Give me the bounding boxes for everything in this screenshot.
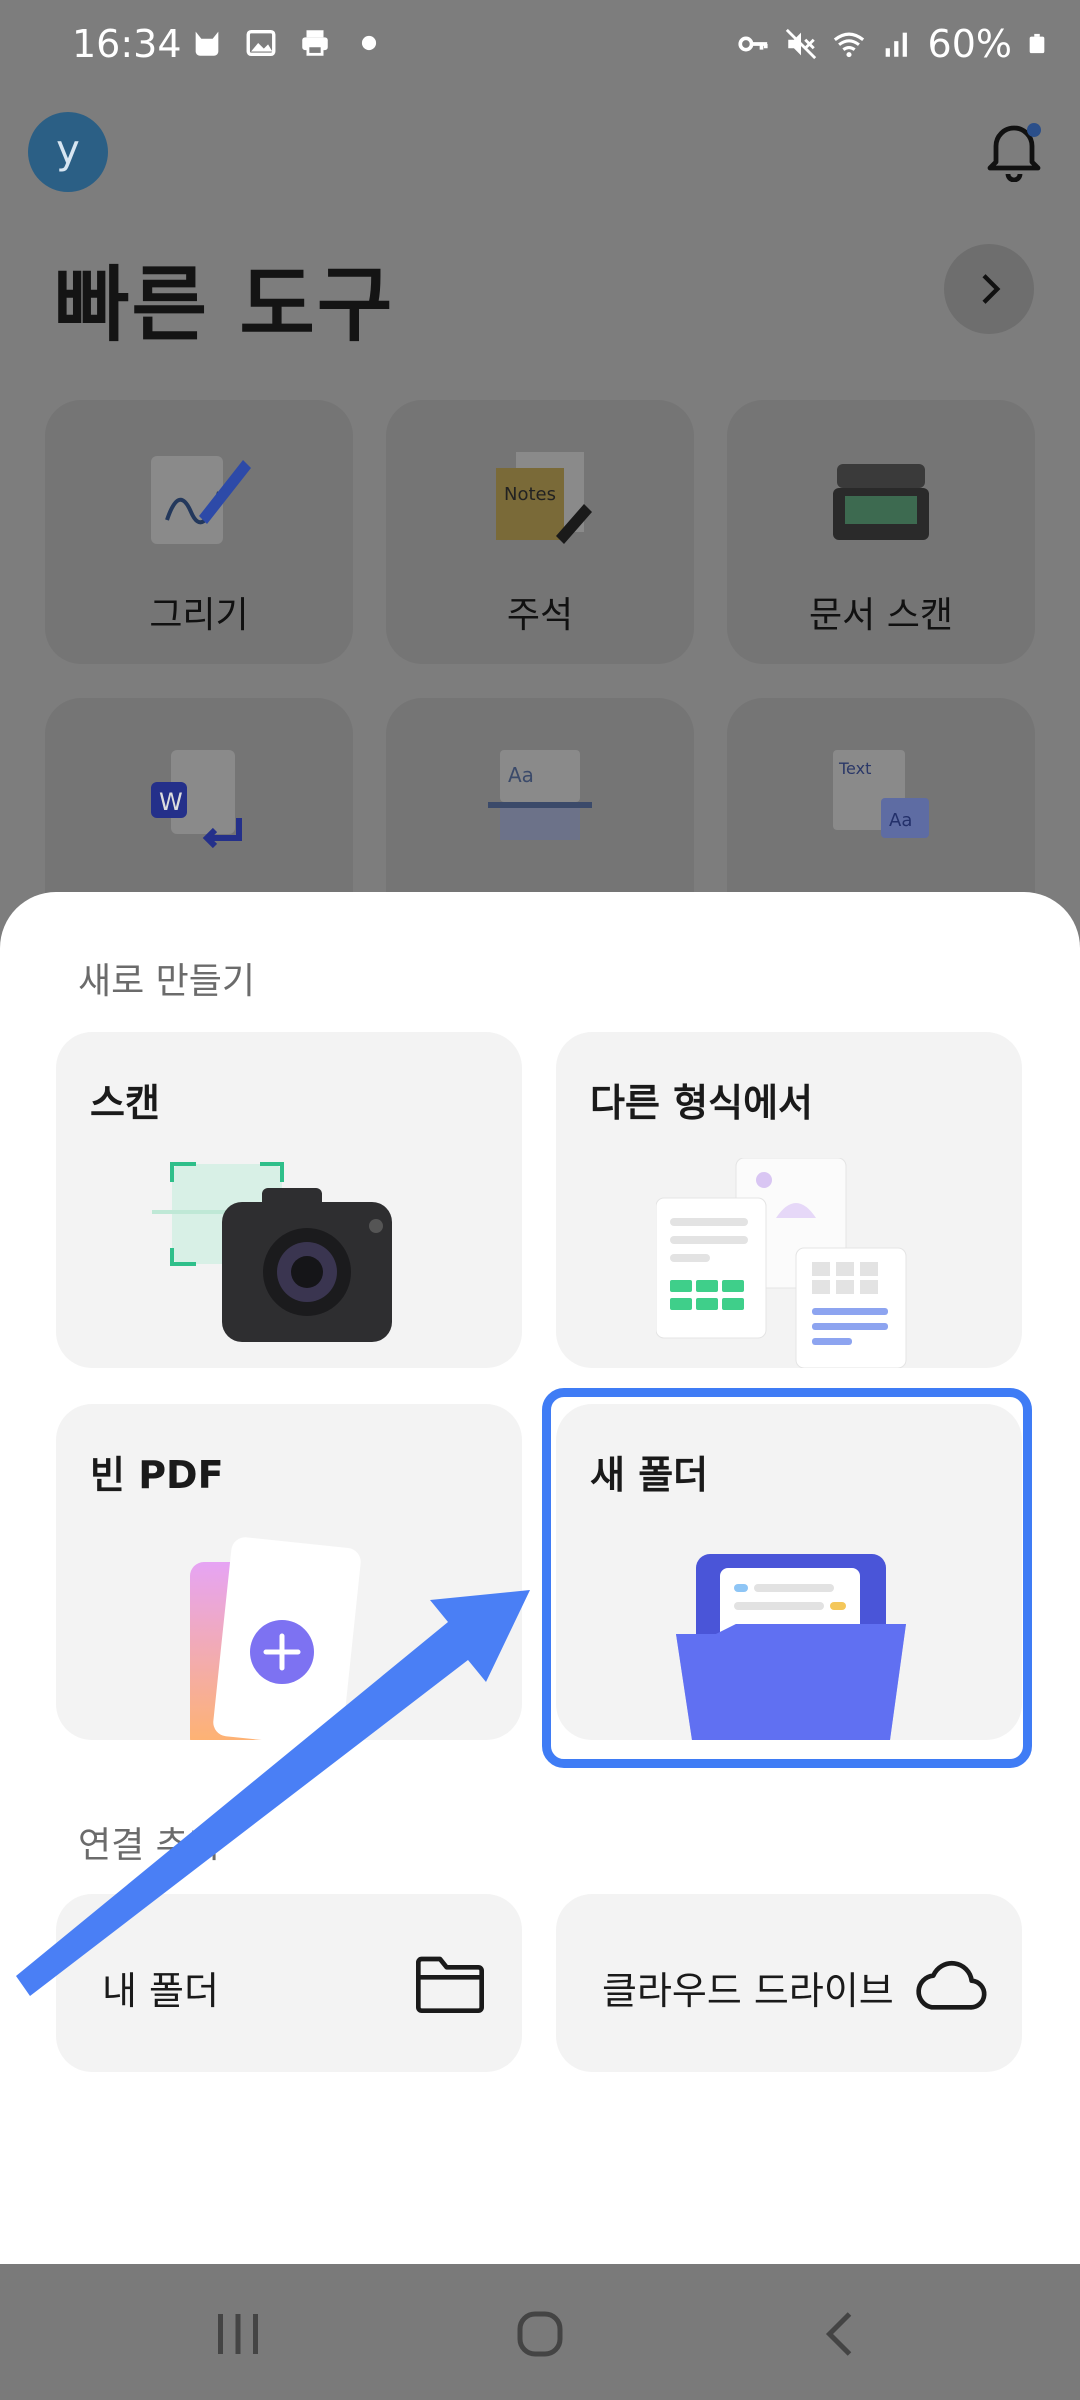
printer-icon	[302, 30, 328, 56]
word-art-text: W	[159, 788, 183, 816]
mute-icon	[785, 28, 816, 60]
battery-icon	[1029, 33, 1045, 54]
scanner-icon	[833, 464, 929, 540]
status-time: 16:34	[72, 22, 182, 66]
notes-icon: Notes	[496, 452, 592, 544]
documents-icon	[656, 1158, 907, 1368]
blank-pdf-icon	[190, 1537, 361, 1740]
connect-section-title: 연결 추가	[78, 1825, 222, 1866]
link-label: 클라우드 드라이브	[602, 1969, 894, 2013]
text-art-text: Text	[838, 759, 871, 778]
highlight-box	[542, 1388, 1032, 1768]
create-blank-pdf-card[interactable]: 빈 PDF	[56, 1404, 522, 1740]
avatar[interactable]: y	[28, 112, 108, 192]
create-section-title: 새로 만들기	[78, 961, 256, 1002]
card-title: 빈 PDF	[90, 1453, 224, 1497]
key-icon	[737, 36, 768, 52]
ocr-icon: Aa	[488, 750, 592, 840]
cloud-drive-link[interactable]: 클라우드 드라이브	[556, 1894, 1022, 2072]
tool-annotate[interactable]: Notes 주석	[386, 400, 694, 664]
home-icon[interactable]	[510, 2304, 570, 2364]
tool-doc-scan[interactable]: 문서 스캔	[727, 400, 1035, 664]
notes-art-text: Notes	[504, 484, 556, 505]
text-aa-icon: Text Aa	[833, 750, 929, 838]
avatar-letter: y	[56, 127, 80, 173]
navigation-bar	[0, 2264, 1080, 2400]
aa-art-text: Aa	[889, 810, 912, 831]
back-icon[interactable]	[812, 2304, 872, 2364]
word-convert-icon: W	[151, 750, 242, 849]
my-folder-link[interactable]: 내 폴더	[56, 1894, 522, 2072]
card-title: 다른 형식에서	[590, 1081, 813, 1125]
draw-icon	[151, 456, 251, 544]
notification-bell-icon[interactable]	[984, 118, 1044, 182]
card-title: 스캔	[90, 1081, 160, 1125]
create-scan-card[interactable]: 스캔	[56, 1032, 522, 1368]
image-icon	[246, 29, 276, 57]
tool-draw[interactable]: 그리기	[45, 400, 353, 664]
page-title: 빠른 도구	[54, 258, 395, 353]
cat-icon	[195, 31, 219, 56]
cloud-icon	[916, 1960, 987, 2010]
chevron-right-icon	[982, 274, 1001, 304]
wifi-icon	[833, 32, 864, 58]
battery-percent: 60%	[927, 22, 1012, 66]
camera-scan-icon	[152, 1162, 392, 1342]
folder-outline-icon	[416, 1956, 484, 2013]
signal-icon	[885, 32, 907, 57]
create-from-format-card[interactable]: 다른 형식에서	[556, 1032, 1022, 1368]
recent-apps-icon[interactable]	[208, 2304, 268, 2364]
dot-icon	[361, 35, 377, 51]
link-label: 내 폴더	[102, 1969, 219, 2013]
tool-label: 문서 스캔	[809, 595, 953, 636]
see-all-button[interactable]	[944, 244, 1034, 334]
tool-label: 주석	[506, 595, 574, 636]
ocr-art-text: Aa	[508, 763, 534, 787]
tool-label: 그리기	[149, 595, 249, 636]
status-bar: 16:34 60%	[0, 0, 1080, 92]
